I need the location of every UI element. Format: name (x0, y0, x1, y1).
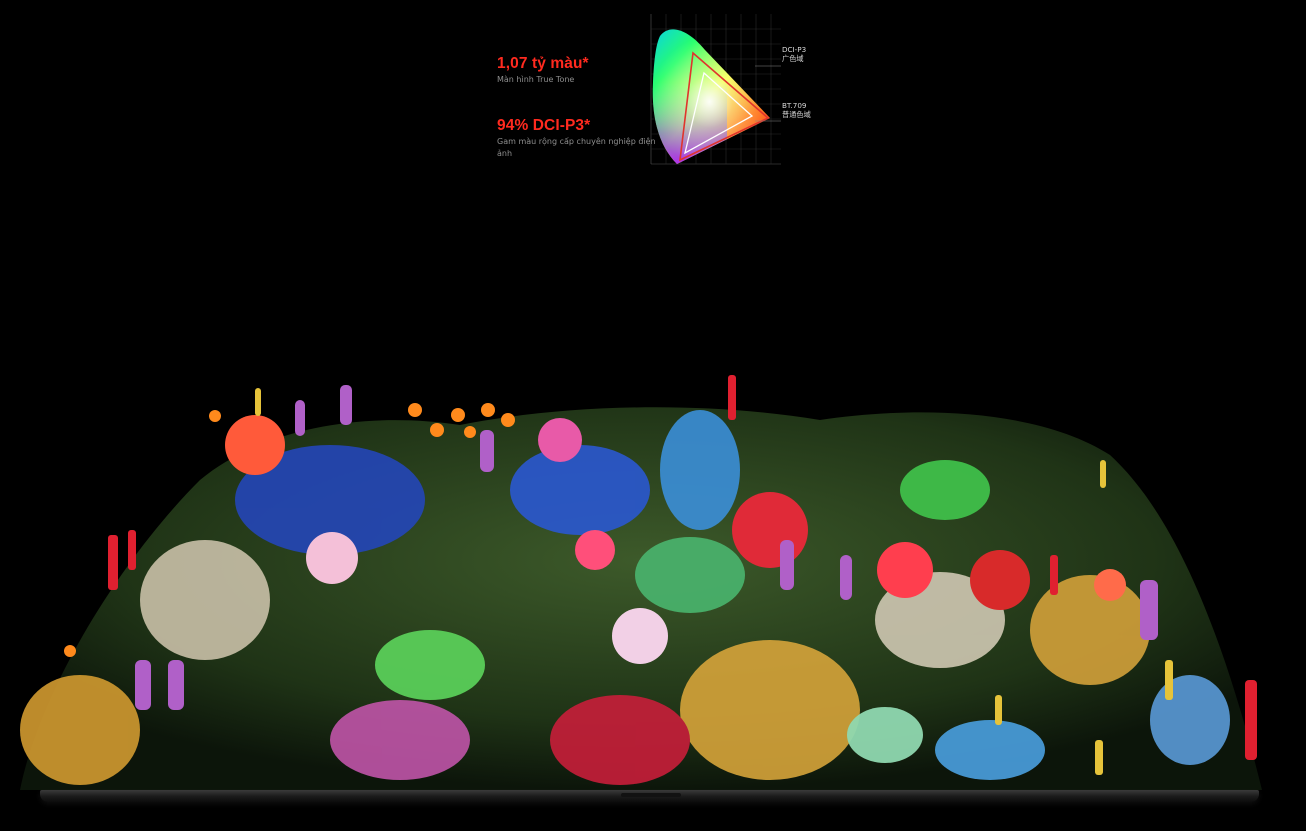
stat-dci-p3-headline: 94% DCI-P3* (497, 117, 591, 134)
stat-colors: 1,07 tỷ màu* Màn hình True Tone (497, 55, 657, 86)
flower-garden-image (20, 375, 1262, 790)
color-gamut-diagram: DCI-P3 广色域 BT.709 普通色域 (647, 12, 822, 167)
stat-colors-caption: Màn hình True Tone (497, 75, 575, 84)
stat-colors-headline: 1,07 tỷ màu* (497, 55, 589, 72)
bt709-label-line2: 普通色域 (782, 109, 811, 119)
cie-chromaticity-chart (650, 14, 781, 165)
stat-dci-p3: 94% DCI-P3* Gam màu rộng cấp chuyên nghi… (497, 117, 657, 160)
dci-p3-label-line2: 广色域 (782, 53, 804, 63)
stat-dci-p3-caption: Gam màu rộng cấp chuyên nghiệp điện ảnh (497, 137, 656, 158)
laptop-notch (621, 793, 681, 797)
bt709-label: BT.709 普通色域 (782, 101, 811, 119)
dci-p3-label: DCI-P3 广色域 (782, 45, 806, 63)
